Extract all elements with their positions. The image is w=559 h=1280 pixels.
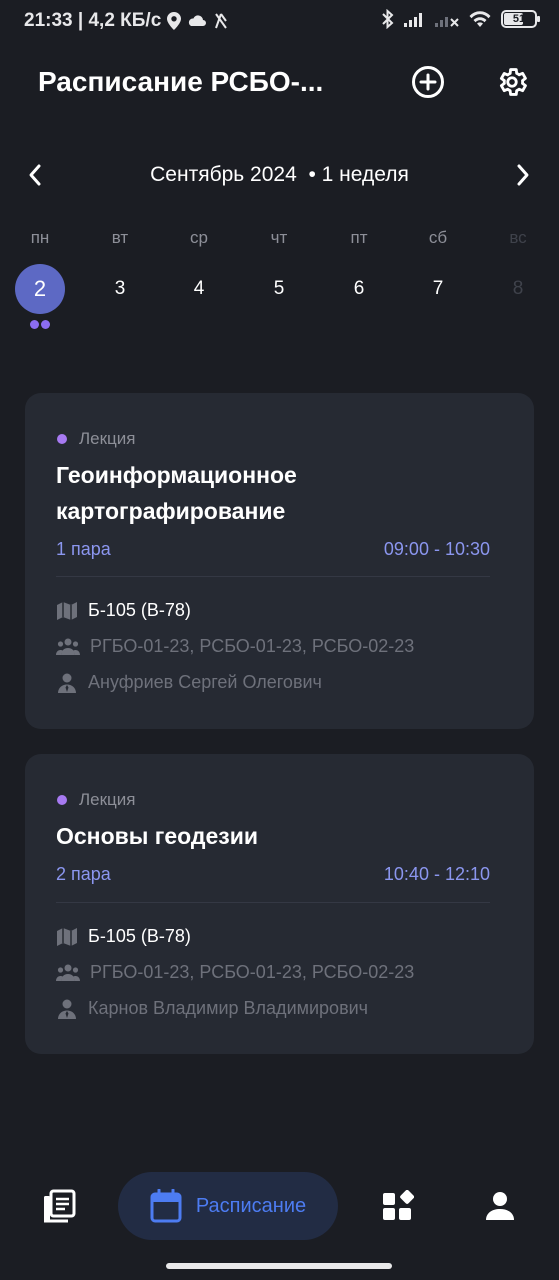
divider — [56, 576, 490, 577]
lesson-type: Лекция — [57, 429, 136, 449]
map-icon — [57, 601, 77, 620]
lesson-time: 09:00 - 10:30 — [383, 539, 490, 559]
nav-services[interactable] — [370, 1172, 426, 1240]
month-week-label: Сентябрь 2024 • 1 неделя — [0, 163, 559, 187]
date-day-sunday[interactable]: 8 — [493, 264, 543, 314]
lesson-room: Б-105 (В-78) — [88, 926, 191, 946]
date-day[interactable]: 6 — [334, 264, 384, 314]
page-title: Расписание РСБО-... — [38, 66, 324, 97]
teacher-icon — [58, 999, 76, 1019]
date-day[interactable]: 3 — [95, 264, 145, 314]
date-day-selected[interactable]: 2 — [15, 264, 65, 314]
calendar-icon — [150, 1189, 182, 1223]
lesson-groups-row: РГБО-01-23, РСБО-01-23, РСБО-02-23 — [56, 636, 414, 657]
weekday-sun: вс — [509, 228, 527, 247]
news-icon — [44, 1189, 76, 1223]
status-right: 51 — [381, 9, 540, 29]
teacher-icon — [58, 673, 76, 693]
date-day[interactable]: 4 — [174, 264, 224, 314]
lesson-card[interactable]: Лекция Геоинформационное картографирован… — [25, 393, 534, 729]
status-time: 21:33 | 4,2 КБ/с — [24, 10, 162, 31]
lesson-type-label: Лекция — [79, 429, 136, 448]
lesson-room-row: Б-105 (В-78) — [56, 600, 191, 621]
no-signal-icon — [215, 13, 228, 29]
bluetooth-icon — [382, 9, 394, 29]
lesson-teacher: Ануфриев Сергей Олегович — [88, 672, 322, 692]
map-icon — [57, 927, 77, 946]
date-day[interactable]: 7 — [413, 264, 463, 314]
month-selector: Сентябрь 2024 • 1 неделя — [0, 150, 559, 200]
weekday-fri: пт — [350, 228, 368, 247]
cell-signal-2-icon — [435, 17, 459, 27]
settings-button[interactable] — [492, 62, 532, 102]
lesson-groups: РГБО-01-23, РСБО-01-23, РСБО-02-23 — [90, 962, 415, 982]
lesson-room: Б-105 (В-78) — [88, 600, 191, 620]
nav-profile[interactable] — [472, 1172, 528, 1240]
nav-schedule-label: Расписание — [195, 1194, 307, 1217]
lesson-groups: РГБО-01-23, РСБО-01-23, РСБО-02-23 — [90, 636, 415, 656]
weekday-tue: вт — [111, 228, 129, 247]
app-header: Расписание РСБО-... — [0, 52, 559, 116]
lesson-indicator-dots — [30, 320, 50, 329]
date-day[interactable]: 5 — [254, 264, 304, 314]
lesson-room-row: Б-105 (В-78) — [56, 926, 191, 947]
status-bar: 21:33 | 4,2 КБ/с 51 — [0, 0, 559, 42]
profile-icon — [486, 1192, 514, 1220]
weekday-thu: чт — [270, 228, 288, 247]
weekday-mon: пн — [30, 228, 50, 247]
next-week-button[interactable] — [507, 159, 539, 191]
home-indicator[interactable] — [166, 1263, 392, 1269]
bottom-navigation: Расписание — [0, 1160, 559, 1252]
lesson-pair-number: 1 пара — [56, 539, 111, 559]
lesson-subject: Геоинформационное картографирование — [56, 462, 297, 524]
weekday-wed: ср — [190, 228, 208, 247]
divider — [56, 902, 490, 903]
weekday-sat: сб — [428, 228, 448, 247]
nav-news[interactable] — [31, 1172, 87, 1240]
lesson-subject: Основы геодезии — [56, 823, 259, 849]
lesson-teacher-row: Карнов Владимир Владимирович — [56, 998, 368, 1019]
battery-icon: 51 — [501, 10, 540, 28]
battery-level: 51 — [512, 13, 526, 25]
services-icon — [383, 1190, 414, 1220]
location-icon — [167, 12, 182, 30]
groups-icon — [56, 964, 80, 981]
month-label: Сентябрь 2024 — [150, 163, 297, 186]
cell-signal-icon — [404, 13, 422, 27]
lesson-teacher-row: Ануфриев Сергей Олегович — [56, 672, 322, 693]
lesson-time: 10:40 - 12:10 — [383, 864, 490, 884]
nav-schedule[interactable]: Расписание — [118, 1172, 338, 1240]
groups-icon — [56, 638, 80, 655]
status-left: 21:33 | 4,2 КБ/с — [24, 10, 229, 32]
lesson-card[interactable]: Лекция Основы геодезии 2 пара 10:40 - 12… — [25, 754, 534, 1054]
lesson-type: Лекция — [57, 790, 136, 810]
date-strip: 2 3 4 5 6 7 8 — [0, 264, 559, 334]
lesson-type-label: Лекция — [79, 790, 136, 809]
gear-icon — [499, 68, 527, 96]
chevron-right-icon — [517, 164, 529, 186]
week-label: • 1 неделя — [308, 163, 409, 186]
lesson-groups-row: РГБО-01-23, РСБО-01-23, РСБО-02-23 — [56, 962, 414, 983]
lesson-pair-number: 2 пара — [56, 864, 111, 884]
add-button[interactable] — [408, 62, 448, 102]
weekday-header: пн вт ср чт пт сб вс — [0, 228, 559, 252]
add-circle-icon — [412, 66, 444, 98]
lesson-type-dot — [57, 434, 67, 444]
lesson-type-dot — [57, 795, 67, 805]
lesson-teacher: Карнов Владимир Владимирович — [88, 998, 369, 1018]
wifi-icon — [469, 11, 491, 27]
cloud-icon — [189, 15, 207, 26]
